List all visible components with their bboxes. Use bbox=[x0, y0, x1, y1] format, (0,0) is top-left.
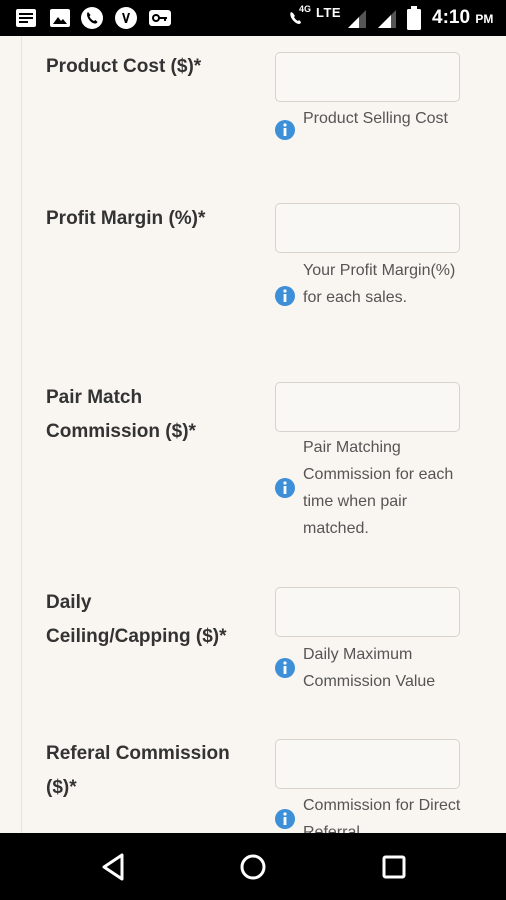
clock-ampm: PM bbox=[475, 12, 494, 26]
daily-ceiling-label: Daily Ceiling/Capping ($)* bbox=[46, 592, 227, 647]
referal-commission-hint-text: Commission for Direct Referral bbox=[303, 797, 461, 833]
message-icon bbox=[16, 9, 36, 27]
recents-icon[interactable] bbox=[376, 849, 412, 885]
daily-ceiling-input[interactable] bbox=[275, 587, 460, 637]
info-icon bbox=[275, 286, 295, 306]
referal-commission-label: Referal Commission ($)* bbox=[46, 743, 230, 798]
pair-match-commission-input[interactable] bbox=[275, 382, 460, 432]
form-container: Product Cost ($)* Product Selling Cost P… bbox=[0, 36, 506, 833]
phone-icon bbox=[81, 7, 103, 29]
navigation-bar bbox=[0, 833, 506, 900]
battery-icon bbox=[407, 6, 421, 30]
back-icon[interactable] bbox=[96, 849, 132, 885]
pair-match-commission-label: Pair Match Commission ($)* bbox=[46, 387, 196, 442]
product-cost-input[interactable] bbox=[275, 52, 460, 102]
info-icon bbox=[275, 809, 295, 829]
network-type-label: 4G bbox=[299, 4, 312, 14]
info-icon bbox=[275, 478, 295, 498]
daily-ceiling-hint-text: Daily Maximum Commission Value bbox=[303, 646, 436, 690]
info-icon bbox=[275, 658, 295, 678]
product-cost-hint-text: Product Selling Cost bbox=[303, 110, 448, 127]
clock-time: 4:10 bbox=[432, 7, 471, 28]
lte-label: LTE bbox=[316, 5, 342, 20]
signal-icon bbox=[378, 10, 396, 28]
image-icon bbox=[50, 9, 70, 27]
viber-icon bbox=[115, 7, 137, 29]
status-bar: 4G LTE 4:10 PM bbox=[0, 0, 506, 36]
profit-margin-label: Profit Margin (%)* bbox=[46, 208, 206, 229]
signal-icon bbox=[348, 10, 366, 28]
home-icon[interactable] bbox=[235, 849, 271, 885]
product-cost-label: Product Cost ($)* bbox=[46, 56, 202, 77]
info-icon bbox=[275, 120, 295, 140]
profit-margin-input[interactable] bbox=[275, 203, 460, 253]
pair-match-commission-hint-text: Pair Matching Commission for each time w… bbox=[303, 439, 454, 537]
profit-margin-hint-text: Your Profit Margin(%) for each sales. bbox=[303, 262, 456, 306]
referal-commission-input[interactable] bbox=[275, 739, 460, 789]
vpn-key-icon bbox=[149, 10, 171, 26]
card-border bbox=[21, 36, 22, 833]
clock: 4:10 PM bbox=[432, 7, 493, 29]
